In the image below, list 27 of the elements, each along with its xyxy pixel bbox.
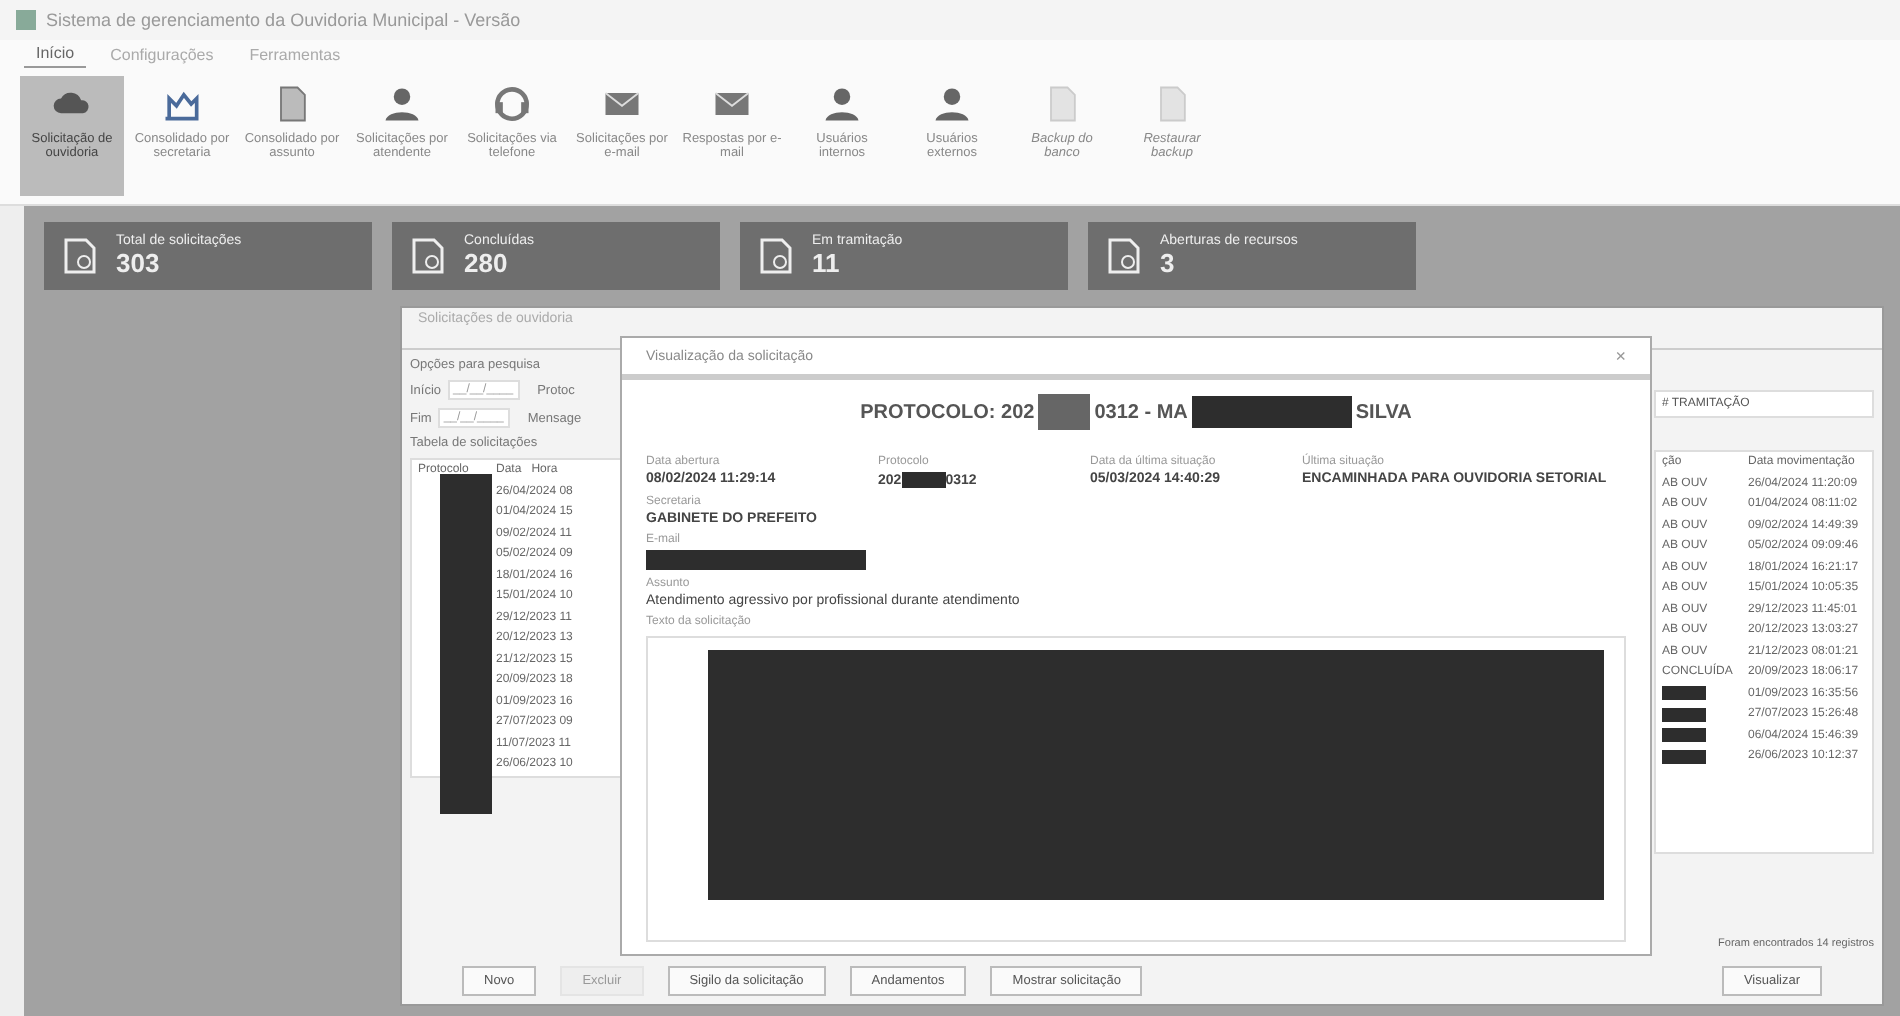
redaction-bar [1038, 394, 1091, 430]
protocol-heading: 0312 - MA [1094, 401, 1188, 423]
person-icon [380, 82, 424, 126]
menu-tab[interactable]: Início [24, 40, 87, 68]
redaction-bar [1662, 749, 1706, 764]
document-icon [1104, 236, 1144, 276]
redaction-bar [1662, 728, 1706, 743]
menu-tab[interactable]: Ferramentas [237, 40, 353, 68]
protocol-heading: PROTOCOLO: 202 [860, 401, 1035, 423]
person-icon [930, 82, 974, 126]
window-title: Sistema de gerenciamento da Ouvidoria Municipal - Versão [46, 10, 521, 30]
app-icon [16, 10, 36, 30]
document-icon [60, 236, 100, 276]
document-icon [408, 236, 448, 276]
redaction-bar [1662, 686, 1706, 701]
protocol-heading: SILVA [1355, 401, 1412, 423]
close-button[interactable]: × [1615, 346, 1626, 366]
menu-tab[interactable]: Configurações [98, 40, 226, 68]
card-value: 3 [1160, 248, 1177, 278]
card-value: 11 [812, 248, 842, 278]
document-icon [756, 236, 796, 276]
redaction-bar [901, 472, 946, 488]
card-value: 303 [116, 248, 162, 278]
card-value: 280 [464, 248, 510, 278]
person-icon [820, 82, 864, 126]
redaction-bar [1662, 707, 1706, 722]
headset-icon [490, 82, 534, 126]
